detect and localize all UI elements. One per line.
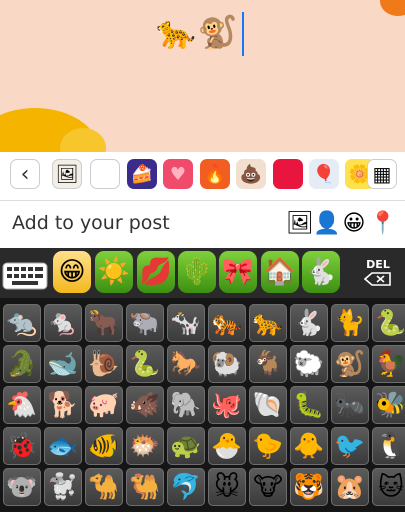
bg-balloons[interactable]: 🎈 [309, 159, 339, 189]
emoji-key[interactable]: 🐘 [167, 386, 205, 424]
text-caret [241, 12, 244, 56]
emoji-key[interactable]: 🐩 [44, 468, 82, 506]
emoji-key[interactable]: 🐍 [372, 304, 405, 342]
delete-label: DEL [366, 258, 390, 271]
add-to-post-label: Add to your post [12, 212, 170, 234]
emoji-key[interactable]: 🐱 [372, 468, 405, 506]
emoji-key[interactable]: 🐹 [331, 468, 369, 506]
emoji-key[interactable]: 🐐 [249, 345, 287, 383]
emoji-key[interactable]: 🐎 [167, 345, 205, 383]
emoji-key[interactable]: 🐍 [126, 345, 164, 383]
emoji-key[interactable]: 🐭 [208, 468, 246, 506]
emoji-key[interactable]: 🐕 [44, 386, 82, 424]
emoji-key[interactable]: 🐢 [167, 427, 205, 465]
emoji-category-bar: DEL 😁 ☀️ 💋 🌵 🎀 🏠 🐇 [0, 248, 405, 298]
back-chevron-icon[interactable]: ‹ [10, 159, 40, 189]
location-pin-icon[interactable]: 📍 [369, 211, 396, 237]
emoji-key[interactable]: 🐣 [208, 427, 246, 465]
emoji-key[interactable]: 🐫 [126, 468, 164, 506]
post-text-input[interactable]: 🐆🐒 [156, 8, 244, 56]
keyboard-icon[interactable] [2, 262, 48, 290]
category-tab-ribbon[interactable]: 🎀 [219, 251, 257, 293]
tag-people-icon[interactable]: 👤 [313, 211, 340, 237]
emoji-key[interactable]: 🐋 [44, 345, 82, 383]
emoji-key[interactable]: 🐙 [208, 386, 246, 424]
emoji-key[interactable]: 🐨 [3, 468, 41, 506]
emoji-key[interactable]: 🐇 [290, 304, 328, 342]
emoji-key[interactable]: 🐑 [290, 345, 328, 383]
emoji-key[interactable]: 🐏 [208, 345, 246, 383]
emoji-key[interactable]: 🐛 [290, 386, 328, 424]
emoji-key[interactable]: 🐡 [126, 427, 164, 465]
post-text: 🐆🐒 [156, 13, 240, 51]
emoji-key[interactable]: 🐝 [372, 386, 405, 424]
emoji-keyboard: DEL 😁 ☀️ 💋 🌵 🎀 🏠 🐇 🐀 🐁 🐂 🐃 🐄 🐅 🐆 🐇 🐈 🐍 🐊 🐋 🐌 🐍 🐎 🐏 🐐 🐑 🐒 🐓 🐔 🐕 🐖 🐗 🐘 🐙 🐚… [0, 248, 405, 512]
emoji-grid: 🐀 🐁 🐂 🐃 🐄 🐅 🐆 🐇 🐈 🐍 🐊 🐋 🐌 🐍 🐎 🐏 🐐 🐑 🐒 🐓 🐔 🐕 🐖 🐗 🐘 🐙 🐚 🐛 🐜 🐝 🐞 🐟 🐠 🐡 🐢 🐣 🐤 🐥 🐦 🐧… [0, 304, 405, 506]
category-tab-cactus[interactable]: 🌵 [178, 251, 216, 293]
emoji-key[interactable]: 🐞 [3, 427, 41, 465]
bg-fire[interactable]: 🔥 [200, 159, 230, 189]
emoji-key[interactable]: 🐜 [331, 386, 369, 424]
bg-white[interactable] [90, 159, 120, 189]
emoji-key[interactable]: 🐓 [372, 345, 405, 383]
emoji-key[interactable]: 🐧 [372, 427, 405, 465]
add-to-post-bar[interactable]: Add to your post 🖼 👤 😀 📍 [0, 200, 405, 249]
category-tab-sun[interactable]: ☀️ [95, 251, 133, 293]
bg-poop[interactable]: 💩 [236, 159, 266, 189]
emoji-key[interactable]: 🐁 [44, 304, 82, 342]
category-tab-lips[interactable]: 💋 [137, 251, 175, 293]
bg-cake[interactable]: 🍰 [127, 159, 157, 189]
bg-drawing[interactable]: 🖼 [52, 159, 82, 189]
emoji-key[interactable]: 🐚 [249, 386, 287, 424]
category-tab-smileys[interactable]: 😁 [53, 251, 91, 293]
emoji-key[interactable]: 🐔 [3, 386, 41, 424]
delete-button[interactable]: DEL [356, 258, 400, 290]
photo-icon[interactable]: 🖼 [286, 211, 314, 237]
emoji-key[interactable]: 🐀 [3, 304, 41, 342]
emoji-key[interactable]: 🐖 [85, 386, 123, 424]
post-canvas[interactable]: 🐆🐒 [0, 0, 405, 152]
emoji-key[interactable]: 🐬 [167, 468, 205, 506]
emoji-key[interactable]: 🐌 [85, 345, 123, 383]
feeling-icon[interactable]: 😀 [341, 211, 367, 237]
emoji-key[interactable]: 🐤 [249, 427, 287, 465]
flower-decoration-top [380, 0, 405, 16]
emoji-key[interactable]: 🐦 [331, 427, 369, 465]
emoji-key[interactable]: 🐠 [85, 427, 123, 465]
emoji-key[interactable]: 🐒 [331, 345, 369, 383]
bg-red[interactable] [273, 159, 303, 189]
emoji-key[interactable]: 🐊 [3, 345, 41, 383]
emoji-key[interactable]: 🐗 [126, 386, 164, 424]
emoji-key[interactable]: 🐆 [249, 304, 287, 342]
emoji-key[interactable]: 🐃 [126, 304, 164, 342]
background-picker: ‹ 🖼 🍰 ♥ 🔥 💩 🎈 🌼 ▦ [0, 152, 405, 198]
emoji-key[interactable]: 🐯 [290, 468, 328, 506]
backspace-icon [363, 272, 391, 286]
emoji-key[interactable]: 🐟 [44, 427, 82, 465]
emoji-key[interactable]: 🐂 [85, 304, 123, 342]
emoji-key[interactable]: 🐈 [331, 304, 369, 342]
category-tab-house[interactable]: 🏠 [261, 251, 299, 293]
emoji-key[interactable]: 🐅 [208, 304, 246, 342]
emoji-key[interactable]: 🐮 [249, 468, 287, 506]
emoji-key[interactable]: 🐪 [85, 468, 123, 506]
bg-heart[interactable]: ♥ [163, 159, 193, 189]
category-tab-rabbit[interactable]: 🐇 [302, 251, 340, 293]
grid-icon[interactable]: ▦ [367, 159, 397, 189]
emoji-key[interactable]: 🐥 [290, 427, 328, 465]
emoji-key[interactable]: 🐄 [167, 304, 205, 342]
